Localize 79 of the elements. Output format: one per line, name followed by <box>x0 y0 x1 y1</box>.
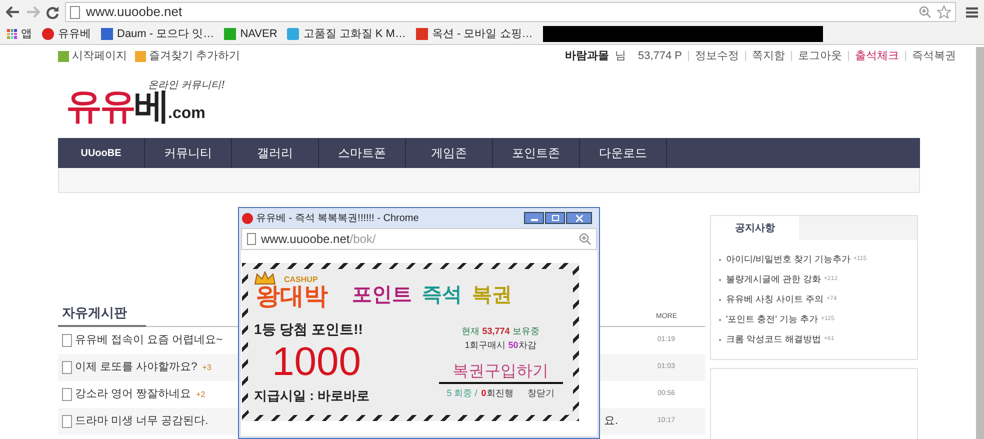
menu-icon[interactable] <box>966 6 978 18</box>
banner-heading: 포인트 즉석 복권 <box>352 283 512 308</box>
scrollbar[interactable] <box>976 47 984 439</box>
document-icon <box>62 361 72 374</box>
url-text: www.uuoobe.net <box>86 3 184 22</box>
brand-text: 왕대박 <box>256 285 328 309</box>
balance-text: 현재 53,774 보유중 <box>462 325 540 338</box>
close-icon <box>576 214 582 222</box>
bookmark-favicon-icon <box>101 28 113 40</box>
brand-small-text: CASHUP <box>284 274 318 286</box>
close-window-link[interactable]: 창닫기 <box>527 387 554 400</box>
minimize-button[interactable] <box>524 212 544 224</box>
bookmark-link[interactable]: 유유베 <box>58 26 91 42</box>
post-title[interactable]: 유유베 접속이 요즘 어렵네요~ <box>75 332 223 349</box>
top-link[interactable]: 출석체크 <box>855 48 899 64</box>
round-suffix: 회진행 <box>486 387 514 400</box>
round-total: 5 회중 / <box>446 387 478 400</box>
minimize-icon <box>530 219 538 221</box>
page-icon <box>70 6 80 18</box>
payout-text: 지급시일 : 바로바로 <box>254 387 371 405</box>
quick-link[interactable]: 즐겨찾기 추가하기 <box>149 48 240 64</box>
top-link[interactable]: 즉석복권 <box>912 48 956 64</box>
logo-domain: .com <box>168 106 206 122</box>
notice-link[interactable]: '포인트 충전' 기능 추가 <box>726 312 818 326</box>
bookmark-favicon-icon <box>42 28 54 40</box>
bookmark-link[interactable]: NAVER <box>240 26 278 42</box>
notice-tab[interactable]: 공지사항 <box>711 216 799 240</box>
notice-link[interactable]: 유유베 사칭 사이트 주의 <box>726 292 824 306</box>
prize-amount: 1000 <box>271 340 362 384</box>
maximize-icon <box>552 215 558 221</box>
notice-link[interactable]: 크롬 악성코드 해결방법 <box>726 332 822 346</box>
maximize-button[interactable] <box>545 212 565 224</box>
crown-icon <box>254 271 276 285</box>
points-text: 53,774 P <box>638 48 682 64</box>
cost-text: 1회구매시 50차감 <box>464 338 536 352</box>
bookmark-link[interactable]: Daum - 모으다 잇… <box>117 26 214 42</box>
address-bar[interactable]: www.uuoobe.net <box>65 2 956 22</box>
prize-label: 1등 당첨 포인트!! <box>254 320 364 339</box>
logo-text: 유유 <box>66 88 134 124</box>
user-suffix: 님 <box>614 48 626 64</box>
reload-icon[interactable] <box>46 6 59 18</box>
top-link[interactable]: 쪽지함 <box>752 48 785 64</box>
bookmark-favicon-icon <box>224 28 236 40</box>
notice-link[interactable]: 불량게시글에 관한 강화 <box>726 272 822 286</box>
home-icon <box>58 50 69 62</box>
popup-title: 유유베 - 즉석 복복복권!!!!!! - Chrome <box>256 212 420 226</box>
board-title: 자유게시판 <box>62 304 127 322</box>
star-icon[interactable] <box>937 5 951 19</box>
top-link[interactable]: 정보수정 <box>695 48 739 64</box>
user-name: 바람과몰 <box>564 48 609 64</box>
comment-count: +2 <box>196 388 206 400</box>
document-icon <box>62 415 72 428</box>
page-icon <box>247 233 256 245</box>
comment-count: +3 <box>202 362 212 374</box>
bookmark-link[interactable]: 고품질 고화질 K M… <box>303 26 406 42</box>
quick-link[interactable]: 시작페이지 <box>72 48 127 64</box>
post-title[interactable]: 드라마 미생 너무 공감된다. <box>75 413 208 430</box>
round-count: 0 <box>481 387 486 400</box>
zoom-icon <box>579 233 591 245</box>
bookmark-link[interactable]: 옥션 - 모바일 쇼핑… <box>432 26 533 42</box>
bookmark-link[interactable]: 앱 <box>21 26 32 42</box>
apps-icon[interactable] <box>7 29 17 39</box>
back-icon[interactable] <box>6 5 20 19</box>
document-icon <box>62 334 72 347</box>
bookmark-favicon-icon <box>287 28 300 40</box>
popup-url: www.uuoobe.net/bok/ <box>261 231 377 248</box>
top-link[interactable]: 로그아웃 <box>798 48 842 64</box>
site-favicon-icon <box>242 212 253 224</box>
post-title-fragment: 요. <box>604 414 618 430</box>
close-button[interactable] <box>566 212 592 224</box>
notice-link[interactable]: 아이디/비밀번호 찾기 기능추가 <box>726 252 851 266</box>
zoom-icon[interactable] <box>919 6 931 18</box>
bookmark-favicon-icon <box>416 28 428 40</box>
logo-tagline: 온라인 커뮤니티! <box>148 79 226 91</box>
post-title[interactable]: 강소라 영어 짱잘하네요 <box>75 386 192 403</box>
document-icon <box>62 388 72 401</box>
post-title[interactable]: 이제 로또를 사야할까요? <box>75 359 198 376</box>
buy-ticket-link[interactable]: 복권구입하기 <box>438 362 562 384</box>
logo-text: 베 <box>134 88 168 124</box>
